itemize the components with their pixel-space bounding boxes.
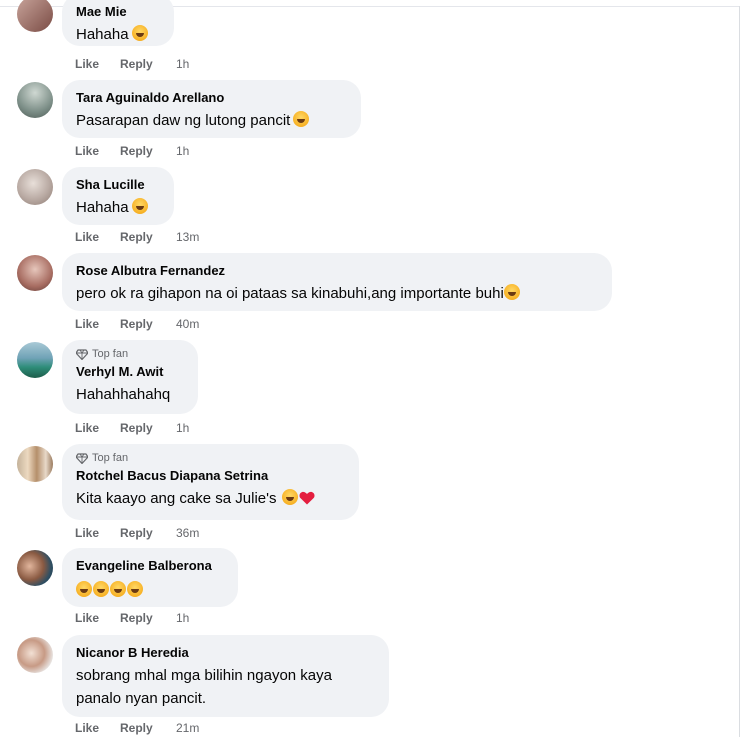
- badge-label: Top fan: [92, 348, 129, 360]
- laugh-emoji-icon: [131, 25, 148, 41]
- avatar[interactable]: [17, 446, 53, 482]
- comment-text: [76, 579, 224, 602]
- timestamp[interactable]: 13m: [176, 230, 199, 244]
- reply-button[interactable]: Reply: [120, 57, 176, 71]
- author-name[interactable]: Nicanor B Heredia: [76, 645, 375, 661]
- reply-button[interactable]: Reply: [120, 611, 176, 625]
- kiss-emoji-icon: [282, 489, 299, 505]
- comment-bubble: Mae Mie Hahaha: [62, 0, 174, 46]
- comment-actions: Like Reply 1h: [75, 144, 189, 158]
- timestamp[interactable]: 21m: [176, 721, 199, 735]
- rofl-emoji-icon: [110, 581, 126, 597]
- author-name[interactable]: Evangeline Balberona: [76, 558, 224, 574]
- top-fan-badge[interactable]: Top fan: [76, 348, 184, 360]
- like-button[interactable]: Like: [75, 317, 120, 331]
- comment-actions: Like Reply 1h: [75, 611, 189, 625]
- comment-text: Hahahhahahq: [76, 386, 171, 403]
- comment-actions: Like Reply 1h: [75, 57, 189, 71]
- comment-actions: Like Reply 13m: [75, 230, 199, 244]
- timestamp[interactable]: 1h: [176, 57, 189, 71]
- timestamp[interactable]: 1h: [176, 611, 189, 625]
- comment-bubble: Top fan Verhyl M. Awit Hahahhahahq: [62, 340, 198, 414]
- comment-actions: Like Reply 40m: [75, 317, 199, 331]
- avatar[interactable]: [17, 255, 53, 291]
- comment-actions: Like Reply 1h: [75, 421, 189, 435]
- comment-bubble: Rose Albutra Fernandez pero ok ra gihapo…: [62, 253, 612, 311]
- scrollbar-edge: [739, 6, 740, 737]
- like-button[interactable]: Like: [75, 57, 120, 71]
- author-name[interactable]: Verhyl M. Awit: [76, 364, 184, 380]
- timestamp[interactable]: 1h: [176, 144, 189, 158]
- comment-text: Kita kaayo ang cake sa Julie's: [76, 487, 345, 510]
- laugh-emoji-icon: [93, 581, 109, 597]
- author-name[interactable]: Mae Mie: [76, 4, 160, 20]
- reply-button[interactable]: Reply: [120, 526, 176, 540]
- comment-actions: Like Reply 21m: [75, 721, 199, 735]
- badge-label: Top fan: [92, 452, 129, 464]
- comment-text: Hahaha: [76, 23, 160, 46]
- avatar[interactable]: [17, 550, 53, 586]
- author-name[interactable]: Tara Aguinaldo Arellano: [76, 90, 347, 106]
- comment-actions: Like Reply 36m: [75, 526, 199, 540]
- timestamp[interactable]: 1h: [176, 421, 189, 435]
- reply-button[interactable]: Reply: [120, 144, 176, 158]
- reply-button[interactable]: Reply: [120, 317, 176, 331]
- like-button[interactable]: Like: [75, 526, 120, 540]
- laugh-emoji-icon: [131, 198, 148, 214]
- comment-bubble: Evangeline Balberona: [62, 548, 238, 607]
- reply-button[interactable]: Reply: [120, 230, 176, 244]
- like-button[interactable]: Like: [75, 230, 120, 244]
- reply-button[interactable]: Reply: [120, 421, 176, 435]
- comment-text: pero ok ra gihapon na oi pataas sa kinab…: [76, 282, 598, 305]
- avatar[interactable]: [17, 0, 53, 32]
- rofl-emoji-icon: [127, 581, 143, 597]
- author-name[interactable]: Rotchel Bacus Diapana Setrina: [76, 468, 345, 484]
- comment-text: Pasarapan daw ng lutong pancit: [76, 109, 347, 132]
- laugh-emoji-icon: [76, 581, 92, 597]
- smile-emoji-icon: [293, 111, 310, 127]
- comment-text-line: sobrang mhal mga bilihin ngayon kaya: [76, 667, 332, 684]
- comment-bubble: Sha Lucille Hahaha: [62, 167, 174, 225]
- comment-text-line: panalo nyan pancit.: [76, 690, 207, 707]
- avatar[interactable]: [17, 169, 53, 205]
- top-fan-badge[interactable]: Top fan: [76, 452, 345, 464]
- author-name[interactable]: Rose Albutra Fernandez: [76, 263, 598, 279]
- like-button[interactable]: Like: [75, 721, 120, 735]
- like-button[interactable]: Like: [75, 144, 120, 158]
- like-button[interactable]: Like: [75, 611, 120, 625]
- reply-button[interactable]: Reply: [120, 721, 176, 735]
- timestamp[interactable]: 40m: [176, 317, 199, 331]
- diamond-icon: [76, 452, 88, 464]
- comment-text: Hahaha: [76, 196, 160, 219]
- author-name[interactable]: Sha Lucille: [76, 177, 160, 193]
- comment-bubble: Tara Aguinaldo Arellano Pasarapan daw ng…: [62, 80, 361, 138]
- timestamp[interactable]: 36m: [176, 526, 199, 540]
- avatar[interactable]: [17, 82, 53, 118]
- heart-emoji-icon: [299, 491, 315, 505]
- avatar[interactable]: [17, 637, 53, 673]
- rofl-emoji-icon: [503, 284, 520, 300]
- comment-bubble: Nicanor B Heredia sobrang mhal mga bilih…: [62, 635, 389, 717]
- diamond-icon: [76, 348, 88, 360]
- like-button[interactable]: Like: [75, 421, 120, 435]
- comment-bubble: Top fan Rotchel Bacus Diapana Setrina Ki…: [62, 444, 359, 520]
- avatar[interactable]: [17, 342, 53, 378]
